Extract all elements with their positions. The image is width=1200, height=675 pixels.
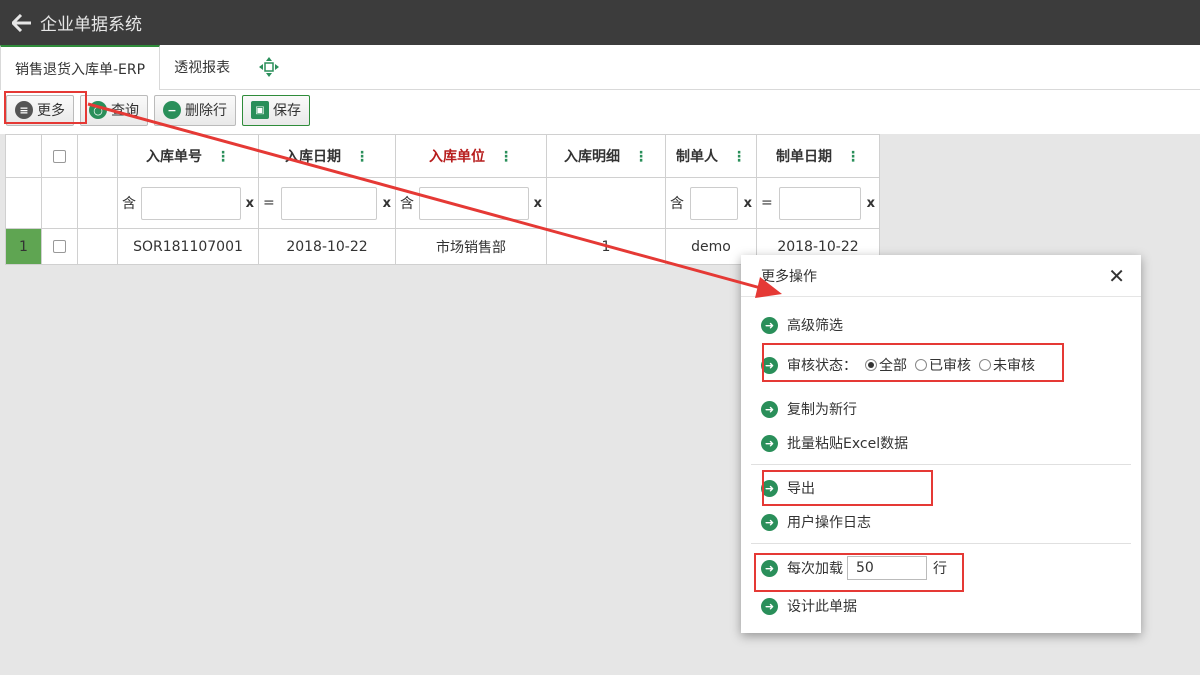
filter-input[interactable]	[140, 186, 241, 220]
menu-item-user-log[interactable]: ➜ 用户操作日志	[761, 512, 871, 532]
filter-input[interactable]	[418, 186, 529, 220]
column-menu-icon[interactable]: ⋮	[355, 149, 369, 165]
column-header[interactable]: 入库单位 ⋮	[395, 134, 547, 178]
cell-order-no[interactable]: SOR181107001	[117, 228, 259, 265]
menu-icon: ≡	[15, 101, 33, 119]
search-icon: ○	[89, 101, 107, 119]
arrow-right-icon: ➜	[761, 513, 778, 531]
rownum-header	[5, 134, 42, 178]
close-icon[interactable]: ✕	[1108, 264, 1125, 288]
clear-filter-icon[interactable]: x	[383, 196, 391, 211]
delete-row-label: 删除行	[185, 103, 227, 119]
more-button[interactable]: ≡ 更多	[6, 94, 74, 126]
query-label: 查询	[111, 103, 139, 119]
row-number: 1	[5, 228, 42, 265]
dialog-title: 更多操作	[761, 268, 817, 285]
tab-bar: 销售退货入库单-ERP 透视报表	[0, 45, 1200, 90]
app-title: 企业单据系统	[40, 15, 142, 35]
column-header[interactable]: 制单人 ⋮	[665, 134, 757, 178]
audit-status-group: ➜ 审核状态： 全部 已审核 未审核	[761, 355, 1035, 375]
filter-input[interactable]	[778, 186, 861, 220]
arrow-right-icon: ➜	[761, 559, 778, 577]
column-header[interactable]: 入库单号 ⋮	[117, 134, 259, 178]
more-actions-dialog: 更多操作 ✕ ➜ 高级筛选 ➜ 审核状态： 全部 已审核 未审核 ➜ 复制为新行…	[741, 255, 1141, 633]
radio-audit-done[interactable]	[915, 359, 927, 371]
column-menu-icon[interactable]: ⋮	[732, 149, 746, 165]
filter-input[interactable]	[280, 186, 377, 220]
arrow-right-icon: ➜	[761, 400, 778, 418]
arrow-right-icon: ➜	[761, 316, 778, 334]
save-button[interactable]: ▣ 保存	[242, 94, 310, 126]
column-header[interactable]: 入库明细 ⋮	[546, 134, 666, 178]
arrow-right-icon: ➜	[761, 597, 778, 615]
divider	[751, 464, 1131, 465]
divider	[751, 543, 1131, 544]
arrow-right-icon: ➜	[761, 356, 778, 374]
menu-item-export[interactable]: ➜ 导出	[761, 478, 815, 498]
filter-operator[interactable]: 含	[122, 193, 136, 213]
delete-row-button[interactable]: − 删除行	[154, 94, 236, 126]
load-count-input[interactable]: 50	[847, 556, 927, 580]
filter-operator[interactable]: 含	[670, 193, 684, 213]
filter-input[interactable]	[689, 186, 738, 220]
minus-icon: −	[163, 101, 181, 119]
tab-sales-return[interactable]: 销售退货入库单-ERP	[0, 45, 161, 90]
column-menu-icon[interactable]: ⋮	[846, 149, 860, 165]
menu-item-copy-row[interactable]: ➜ 复制为新行	[761, 399, 857, 419]
move-arrows-icon[interactable]	[244, 45, 294, 89]
column-menu-icon[interactable]: ⋮	[499, 149, 513, 165]
menu-item-design[interactable]: ➜ 设计此单据	[761, 596, 857, 616]
menu-item-paste-excel[interactable]: ➜ 批量粘贴Excel数据	[761, 433, 908, 453]
column-menu-icon[interactable]: ⋮	[216, 149, 230, 165]
filter-operator[interactable]: =	[263, 195, 275, 211]
clear-filter-icon[interactable]: x	[246, 196, 254, 211]
toolbar: ≡ 更多 ○ 查询 − 删除行 ▣ 保存	[0, 90, 1200, 130]
row-checkbox[interactable]	[41, 228, 78, 265]
clear-filter-icon[interactable]: x	[534, 196, 542, 211]
cell-unit[interactable]: 市场销售部	[395, 228, 547, 265]
clear-filter-icon[interactable]: x	[867, 196, 875, 211]
filter-operator[interactable]: 含	[400, 193, 414, 213]
cell-date[interactable]: 2018-10-22	[258, 228, 396, 265]
column-header[interactable]: 入库日期 ⋮	[258, 134, 396, 178]
query-button[interactable]: ○ 查询	[80, 94, 148, 126]
radio-audit-all[interactable]	[865, 359, 877, 371]
blank-header	[77, 134, 118, 178]
load-count-row: ➜ 每次加载 50 行	[761, 556, 947, 580]
column-menu-icon[interactable]: ⋮	[634, 149, 648, 165]
more-label: 更多	[37, 103, 65, 119]
arrow-right-icon: ➜	[761, 434, 778, 452]
data-grid: 入库单号 ⋮ 入库日期 ⋮ 入库单位 ⋮ 入库明细 ⋮ 制单人 ⋮ 制单日期 ⋮ 含x = x…	[5, 134, 880, 265]
app-header: 企业单据系统	[0, 0, 1200, 45]
floppy-icon: ▣	[251, 101, 269, 119]
menu-item-advanced-filter[interactable]: ➜ 高级筛选	[761, 315, 843, 335]
save-label: 保存	[273, 103, 301, 119]
filter-row: 含x = x 含x 含x = x	[5, 177, 880, 229]
column-header[interactable]: 制单日期 ⋮	[756, 134, 880, 178]
arrow-right-icon: ➜	[761, 479, 778, 497]
clear-filter-icon[interactable]: x	[744, 196, 752, 211]
radio-audit-pending[interactable]	[979, 359, 991, 371]
select-all-checkbox[interactable]	[41, 134, 78, 178]
filter-operator[interactable]: =	[761, 195, 773, 211]
cell-detail[interactable]: 1	[546, 228, 666, 265]
back-arrow-icon[interactable]	[12, 13, 34, 32]
tab-pivot-report[interactable]: 透视报表	[160, 45, 244, 89]
